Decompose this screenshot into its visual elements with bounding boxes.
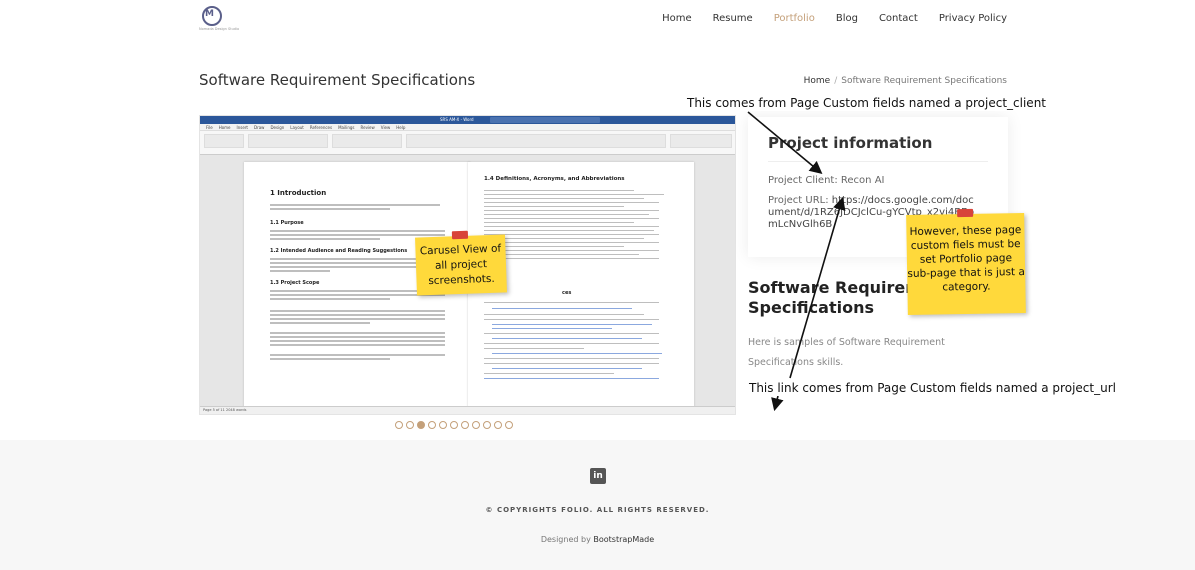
carousel-dot[interactable] [406, 421, 414, 429]
word-menu-item: Insert [236, 125, 248, 130]
word-menu-bar: File Home Insert Draw Design Layout Refe… [200, 124, 735, 131]
doc-heading-scope: 1.3 Project Scope [270, 280, 320, 286]
carousel-dot[interactable] [395, 421, 403, 429]
word-menu-item: View [380, 125, 391, 130]
credits: Designed by BootstrapMade [0, 535, 1195, 544]
word-menu-item: Help [396, 125, 406, 130]
tape-icon [451, 230, 469, 240]
nav-resume[interactable]: Resume [713, 13, 753, 24]
nav-blog[interactable]: Blog [836, 13, 858, 24]
breadcrumb-home-link[interactable]: Home [804, 76, 831, 86]
carousel-dot[interactable] [494, 421, 502, 429]
site-logo[interactable]: M Nomada Design Studio [199, 6, 239, 34]
project-client: Project Client: Recon AI [768, 175, 884, 186]
annotation-project-url: This link comes from Page Custom fields … [748, 380, 1154, 396]
project-info-title: Project information [768, 134, 933, 152]
logo-tagline: Nomada Design Studio [199, 27, 240, 31]
word-menu-item: References [309, 125, 333, 130]
carousel-dot[interactable] [439, 421, 447, 429]
copyright-text: © COPYRIGHTS FOLIO. ALL RIGHTS RESERVED. [485, 506, 710, 514]
project-client-value: Recon AI [840, 175, 885, 186]
sticky-note-subpage: However, these page custom fiels must be… [906, 208, 1026, 316]
carousel-dot[interactable] [483, 421, 491, 429]
divider [768, 161, 988, 162]
word-menu-item: File [206, 125, 213, 130]
sticky-note-subpage-text: However, these page custom fiels must be… [907, 224, 1025, 294]
carousel-dot[interactable] [505, 421, 513, 429]
word-ribbon [200, 131, 735, 155]
carousel-dot[interactable] [450, 421, 458, 429]
carousel-dot[interactable] [461, 421, 469, 429]
arrow-url-down [771, 395, 784, 412]
main-nav: Home Resume Portfolio Blog Contact Priva… [641, 13, 1007, 24]
project-url-label: Project URL: [768, 195, 829, 206]
carousel-dot-active[interactable] [417, 421, 425, 429]
word-menu-item: Mailings [338, 125, 355, 130]
doc-heading-introduction: 1 Introduction [270, 189, 327, 197]
nav-portfolio[interactable]: Portfolio [774, 13, 815, 24]
word-status-bar: Page 5 of 11 2048 words [200, 406, 735, 414]
carousel-pagination [395, 421, 513, 429]
word-title-bar: SRS AM-X - Word [200, 116, 735, 124]
nav-contact[interactable]: Contact [879, 13, 918, 24]
sticky-note-carousel: Carusel View of all project screenshots. [415, 230, 507, 296]
word-menu-item: Layout [290, 125, 304, 130]
word-doc-title: SRS AM-X - Word [440, 117, 474, 122]
project-client-label: Project Client: [768, 175, 838, 186]
breadcrumb-current: Software Requirement Specifications [841, 76, 1007, 86]
word-menu-item: Review [360, 125, 375, 130]
nav-privacy-policy[interactable]: Privacy Policy [939, 13, 1007, 24]
doc-heading-definitions: 1.4 Definitions, Acronyms, and Abbreviat… [484, 176, 625, 182]
site-footer: in © COPYRIGHTS FOLIO. ALL RIGHTS RESERV… [0, 440, 1195, 570]
breadcrumb: Home / Software Requirement Specifications [804, 76, 1007, 86]
linkedin-icon[interactable]: in [590, 468, 606, 484]
breadcrumb-separator: / [834, 76, 838, 86]
carousel-dot[interactable] [428, 421, 436, 429]
page-title: Software Requirement Specifications [199, 71, 476, 89]
nav-home[interactable]: Home [662, 13, 692, 24]
credits-prefix: Designed by [540, 535, 591, 544]
word-menu-item: Design [270, 125, 285, 130]
site-header: M Nomada Design Studio Home Resume Portf… [0, 0, 1195, 40]
portfolio-description-text: Here is samples of Software Requirement … [748, 337, 945, 368]
doc-heading-audience: 1.2 Intended Audience and Reading Sugges… [270, 248, 408, 254]
doc-heading-purpose: 1.1 Purpose [270, 220, 304, 226]
word-menu-item: Home [218, 125, 231, 130]
word-menu-item: Draw [254, 125, 265, 130]
word-status-text: Page 5 of 11 2048 words [203, 408, 247, 412]
credits-link[interactable]: BootstrapMade [593, 535, 654, 544]
word-search-box [490, 117, 600, 123]
doc-heading-references: ces [562, 290, 572, 296]
tape-icon [957, 208, 974, 218]
carousel-dot[interactable] [472, 421, 480, 429]
sticky-note-carousel-text: Carusel View of all project screenshots. [419, 242, 502, 288]
annotation-project-client: This comes from Page Custom fields named… [686, 95, 1098, 111]
